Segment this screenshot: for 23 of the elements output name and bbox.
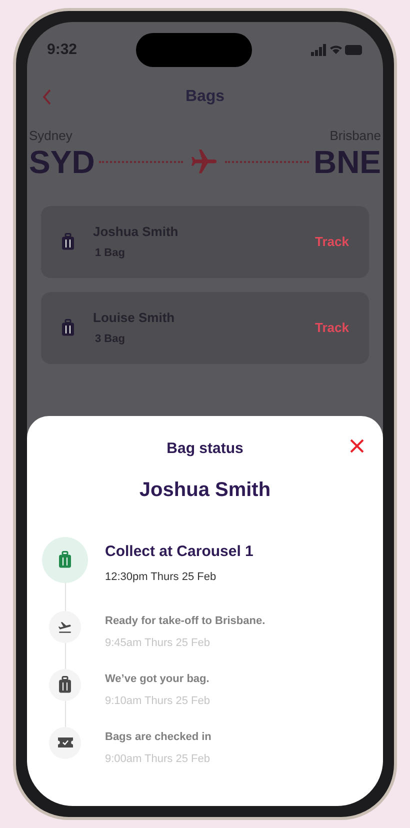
origin-code: SYD [29, 146, 95, 178]
destination-code: BNE [313, 146, 382, 178]
track-link[interactable]: Track [315, 318, 349, 338]
close-icon[interactable] [350, 439, 364, 453]
track-link[interactable]: Track [315, 232, 349, 252]
status-time: 9:32 [47, 40, 78, 60]
plane-takeoff-icon [58, 620, 72, 634]
suitcase-icon [58, 550, 72, 568]
ticket-check-icon [58, 737, 72, 748]
step-time: 9:45am Thurs 25 Feb [105, 636, 211, 651]
step-time: 12:30pm Thurs 25 Feb [105, 570, 218, 585]
suitcase-icon [61, 318, 75, 336]
step-title: We’ve got your bag. [105, 672, 210, 686]
status-icons [311, 44, 363, 56]
step-title: Ready for take-off to Brisbane. [105, 614, 266, 628]
step-title: Collect at Carousel 1 [105, 542, 254, 562]
sheet-title: Bag status [166, 439, 244, 459]
suitcase-icon [61, 232, 75, 250]
passenger-name: Joshua Smith [139, 478, 271, 502]
step-title: Bags are checked in [105, 730, 212, 744]
step-time: 9:00am Thurs 25 Feb [105, 752, 211, 767]
step-time: 9:10am Thurs 25 Feb [105, 694, 210, 709]
suitcase-icon [58, 676, 72, 694]
